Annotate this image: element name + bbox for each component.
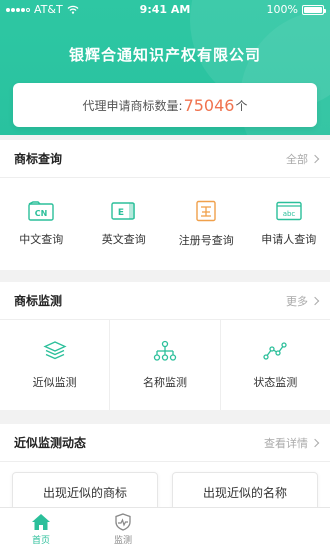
chevron-right-icon	[310, 154, 320, 163]
more-link[interactable]: 更多	[286, 293, 320, 309]
bottom-tab-bar: 首页 监测	[0, 507, 330, 550]
hierarchy-icon	[153, 340, 177, 361]
status-monitor-button[interactable]: 状态监测	[221, 320, 330, 410]
tab-label: 首页	[31, 535, 50, 546]
status-bar: AT&T 9:41 AM 100%	[0, 0, 330, 20]
search-label: 中文查询	[19, 233, 64, 246]
count-value: 75046	[183, 95, 235, 115]
svg-text:abc: abc	[282, 210, 295, 218]
layers-icon	[43, 341, 67, 360]
section-title: 商标查询	[14, 152, 63, 166]
register-number-search-button[interactable]: 注册号查询	[165, 178, 248, 270]
home-icon	[32, 513, 50, 530]
chevron-right-icon	[310, 438, 320, 447]
chevron-right-icon	[310, 296, 320, 305]
tab-label: 监测	[113, 535, 132, 546]
svg-text:E: E	[118, 208, 124, 218]
trademark-search-section: 商标查询 全部 CN 中文查询 E 英文查询 注册号查询 abc 申请人查询	[0, 140, 330, 270]
shield-pulse-icon	[115, 512, 131, 531]
applicant-icon: abc	[276, 201, 302, 221]
cn-icon: CN	[28, 201, 54, 221]
similar-name-card[interactable]: 出现近似的名称	[172, 472, 318, 512]
search-label: 申请人查询	[261, 233, 317, 246]
battery-icon	[302, 4, 326, 15]
trademark-monitor-section: 商标监测 更多 近似监测 名称监测 状态监测	[0, 282, 330, 410]
application-count-card: 代理申请商标数量: 75046 个	[13, 83, 317, 127]
monitor-label: 近似监测	[32, 376, 77, 389]
trend-icon	[263, 342, 287, 360]
svg-text:CN: CN	[35, 209, 48, 218]
search-label: 英文查询	[101, 233, 146, 246]
view-all-link[interactable]: 全部	[286, 151, 320, 167]
view-details-link[interactable]: 查看详情	[264, 435, 320, 451]
search-label: 注册号查询	[178, 234, 234, 247]
company-name: 银辉合通知识产权有限公司	[68, 46, 261, 64]
english-search-button[interactable]: E 英文查询	[83, 178, 166, 270]
chinese-search-button[interactable]: CN 中文查询	[0, 178, 83, 270]
monitor-label: 名称监测	[142, 376, 187, 389]
en-icon: E	[111, 202, 135, 220]
similar-trademark-card[interactable]: 出现近似的商标	[12, 472, 158, 512]
tab-home[interactable]: 首页	[0, 508, 82, 550]
battery-percent: 100%	[266, 3, 298, 16]
tab-monitor[interactable]: 监测	[82, 508, 164, 550]
section-title: 商标监测	[14, 294, 63, 308]
name-monitor-button[interactable]: 名称监测	[110, 320, 221, 410]
register-number-icon	[196, 200, 216, 222]
similar-dynamics-section: 近似监测动态 查看详情 出现近似的商标 出现近似的名称	[0, 424, 330, 514]
similar-monitor-button[interactable]: 近似监测	[0, 320, 111, 410]
applicant-search-button[interactable]: abc 申请人查询	[248, 178, 330, 270]
section-title: 近似监测动态	[14, 436, 87, 450]
monitor-label: 状态监测	[253, 376, 298, 389]
count-label: 代理申请商标数量:	[82, 98, 183, 113]
count-unit: 个	[235, 98, 248, 113]
